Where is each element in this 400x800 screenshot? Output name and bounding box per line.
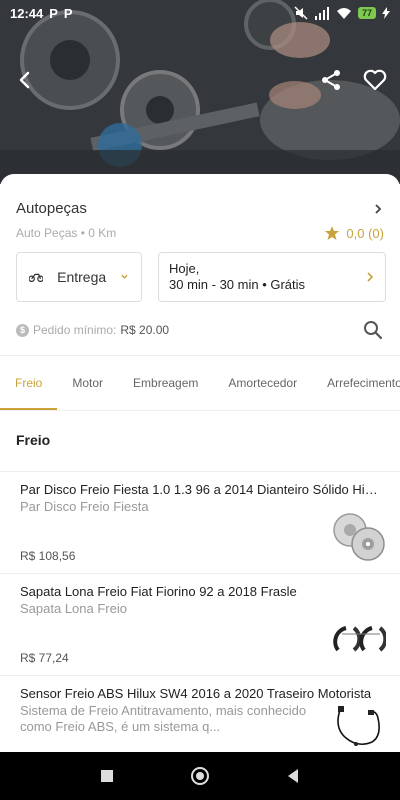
heart-icon — [363, 69, 387, 91]
battery-indicator: 77 — [357, 7, 376, 19]
status-time: 12:44 — [10, 5, 44, 21]
signal-icon — [314, 6, 329, 20]
store-name: Autopeças — [16, 200, 87, 217]
search-icon — [364, 321, 383, 340]
store-cover-image: 12:44 P P 77 — [0, 0, 400, 184]
section-title: Freio — [16, 432, 51, 448]
product-item[interactable]: Par Disco Freio Fiesta 1.0 1.3 96 a 2014… — [0, 471, 400, 573]
dollar-coin-icon: $ — [16, 323, 29, 337]
back-nav-button[interactable] — [278, 761, 308, 791]
store-details-sheet: Autopeças Auto Peças • 0 Km 0,0 (0) Entr… — [0, 174, 400, 752]
favorite-button[interactable] — [362, 67, 388, 93]
parking-app-icon: P — [63, 5, 73, 21]
circle-icon — [190, 767, 209, 785]
store-subtitle: Auto Peças • 0 Km — [16, 226, 117, 240]
abs-sensor-icon — [337, 706, 380, 746]
category-tabs: Freio Motor Embreagem Amortecedor Arrefe… — [0, 356, 400, 410]
delivery-mode-dropdown[interactable]: Entrega — [16, 252, 142, 302]
product-name: Sensor Freio ABS Hilux SW4 2016 a 2020 T… — [20, 686, 372, 701]
product-description: Sapata Lona Freio — [20, 601, 127, 616]
product-item[interactable]: Sapata Lona Freio Fiat Fiorino 92 a 2018… — [0, 573, 400, 675]
delivery-mode-label: Entrega — [57, 269, 107, 285]
tab-embreagem[interactable]: Embreagem — [118, 356, 213, 410]
tab-arrefecimento[interactable]: Arrefecimento — [312, 356, 400, 410]
rating-value: 0,0 (0) — [346, 225, 384, 241]
schedule-time-fee: 30 min - 30 min • Grátis — [169, 277, 306, 292]
product-price: R$ 77,24 — [20, 651, 69, 665]
brake-disc-icon — [333, 513, 385, 561]
square-icon — [100, 770, 113, 782]
motorcycle-icon — [29, 273, 44, 283]
store-rating: 0,0 (0) — [324, 225, 384, 241]
charging-icon — [382, 7, 390, 19]
min-order-info: $ Pedido mínimo: R$ 20.00 — [16, 323, 169, 337]
recents-button[interactable] — [92, 761, 122, 791]
status-bar: 12:44 P P 77 — [0, 0, 400, 26]
min-order-value: R$ 20.00 — [120, 323, 170, 337]
product-item[interactable]: Sensor Freio ABS Hilux SW4 2016 a 2020 T… — [0, 675, 400, 752]
search-button[interactable] — [360, 317, 386, 343]
product-name: Par Disco Freio Fiesta 1.0 1.3 96 a 2014… — [20, 482, 382, 497]
share-icon — [322, 70, 340, 90]
chevron-down-icon — [121, 274, 128, 279]
tab-freio[interactable]: Freio — [0, 356, 58, 410]
parking-app-icon: P — [49, 5, 58, 21]
divider — [0, 410, 400, 411]
triangle-back-icon — [288, 769, 299, 783]
product-name: Sapata Lona Freio Fiat Fiorino 92 a 2018… — [20, 584, 297, 599]
tab-amortecedor[interactable]: Amortecedor — [213, 356, 312, 410]
delivery-schedule-button[interactable]: Hoje, 30 min - 30 min • Grátis — [158, 252, 386, 302]
product-price: R$ 108,56 — [20, 549, 76, 563]
schedule-day: Hoje, — [169, 261, 200, 276]
system-navigation-bar — [0, 752, 400, 800]
share-button[interactable] — [318, 67, 344, 93]
product-description: Par Disco Freio Fiesta — [20, 499, 149, 514]
store-header[interactable]: Autopeças Auto Peças • 0 Km 0,0 (0) — [16, 200, 384, 241]
min-order-label: Pedido mínimo: — [33, 323, 117, 337]
mute-icon — [294, 6, 308, 20]
star-icon — [325, 226, 340, 240]
wifi-icon — [336, 7, 351, 19]
home-button[interactable] — [185, 761, 215, 791]
back-button[interactable] — [12, 67, 38, 93]
back-arrow-icon — [19, 71, 30, 89]
product-description: Sistema de Freio Antitravamento, mais co… — [20, 703, 307, 734]
chevron-right-icon — [375, 203, 382, 214]
brake-shoe-icon — [333, 626, 386, 652]
tab-motor[interactable]: Motor — [57, 356, 118, 410]
chevron-right-icon — [367, 272, 374, 282]
